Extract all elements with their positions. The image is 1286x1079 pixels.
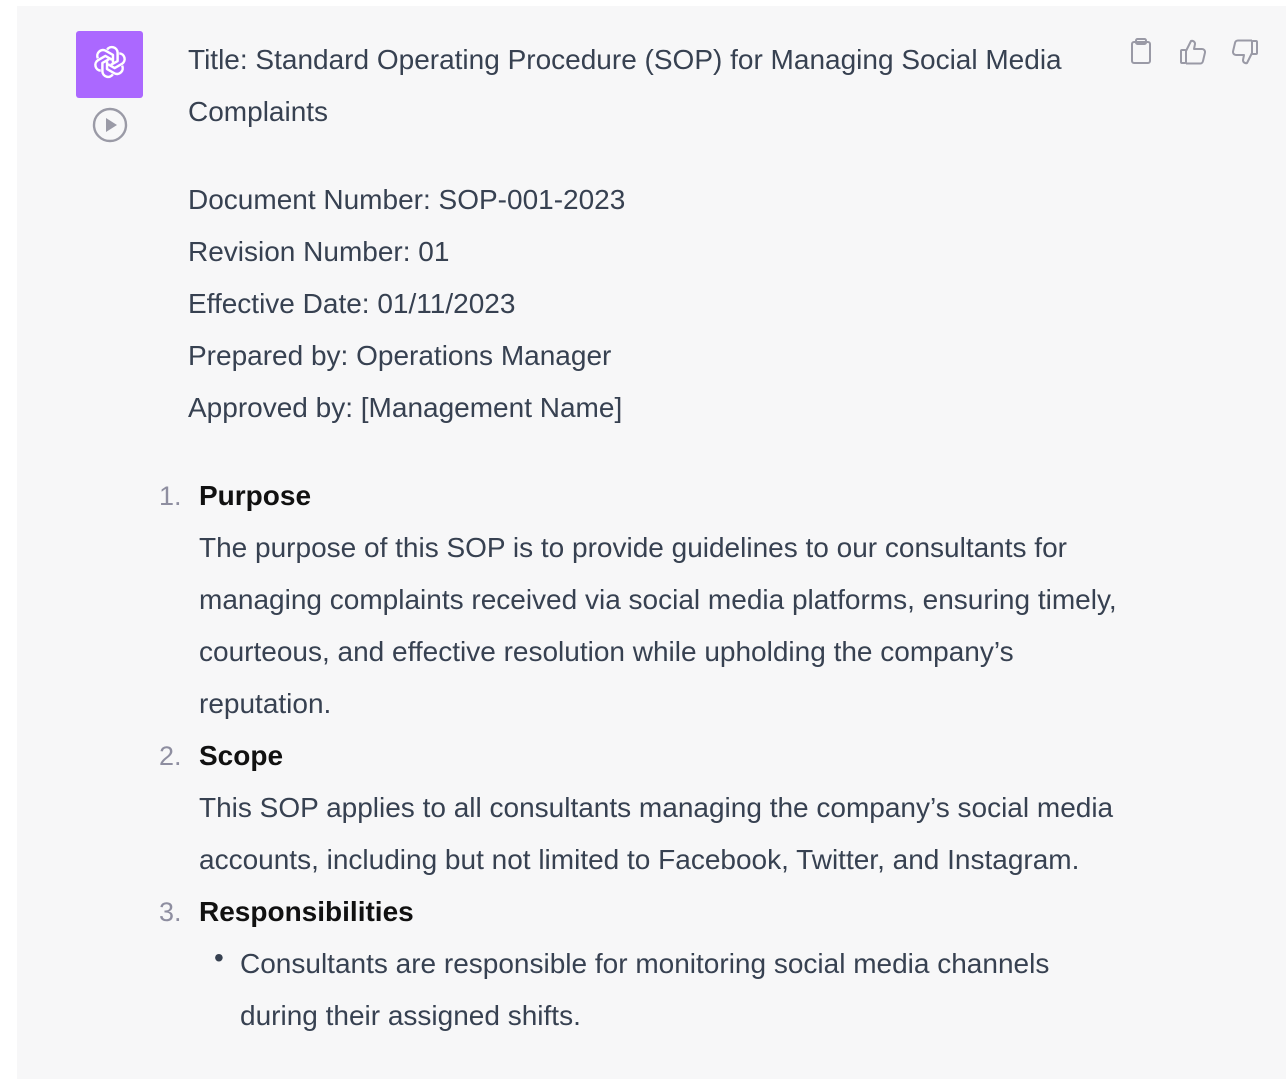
openai-logo-icon bbox=[91, 43, 129, 86]
prepared-by: Prepared by: Operations Manager bbox=[188, 340, 612, 371]
thumbs-up-icon bbox=[1179, 38, 1207, 71]
clipboard-icon bbox=[1128, 37, 1154, 71]
play-circle-icon bbox=[92, 107, 128, 148]
section-heading: Responsibilities bbox=[199, 896, 414, 927]
sections-list: 1. Purpose The purpose of this SOP is to… bbox=[159, 470, 1118, 1042]
assistant-avatar bbox=[76, 31, 143, 98]
section-number: 3. bbox=[159, 897, 182, 927]
document-meta: Document Number: SOP-001-2023 Revision N… bbox=[188, 174, 1118, 434]
thumbs-down-button[interactable] bbox=[1231, 38, 1259, 71]
section-heading: Purpose bbox=[199, 480, 312, 511]
section-body: The purpose of this SOP is to provide gu… bbox=[199, 532, 1117, 719]
section-responsibilities: 3. Responsibilities • Consultants are re… bbox=[159, 886, 1118, 1042]
document-number: Document Number: SOP-001-2023 bbox=[188, 184, 626, 215]
approved-by: Approved by: [Management Name] bbox=[188, 392, 623, 423]
bullet-text: Consultants are responsible for monitori… bbox=[240, 948, 1050, 1031]
section-scope: 2. Scope This SOP applies to all consult… bbox=[159, 730, 1118, 886]
section-number: 2. bbox=[159, 741, 182, 771]
section-purpose: 1. Purpose The purpose of this SOP is to… bbox=[159, 470, 1118, 730]
copy-button[interactable] bbox=[1127, 37, 1155, 71]
document-title: Title: Standard Operating Procedure (SOP… bbox=[188, 44, 1062, 127]
list-item: • Consultants are responsible for monito… bbox=[199, 938, 1118, 1042]
effective-date: Effective Date: 01/11/2023 bbox=[188, 288, 516, 319]
thumbs-up-button[interactable] bbox=[1179, 38, 1207, 71]
message-actions bbox=[1127, 37, 1259, 71]
assistant-message: Title: Standard Operating Procedure (SOP… bbox=[17, 6, 1286, 1079]
section-number: 1. bbox=[159, 481, 182, 511]
responsibilities-list: • Consultants are responsible for monito… bbox=[199, 938, 1118, 1042]
section-body: This SOP applies to all consultants mana… bbox=[199, 792, 1114, 875]
message-content: Title: Standard Operating Procedure (SOP… bbox=[159, 34, 1118, 1042]
revision-number: Revision Number: 01 bbox=[188, 236, 450, 267]
section-heading: Scope bbox=[199, 740, 284, 771]
thumbs-down-icon bbox=[1231, 38, 1259, 71]
play-aloud-button[interactable] bbox=[92, 107, 128, 148]
bullet-marker: • bbox=[214, 942, 224, 973]
